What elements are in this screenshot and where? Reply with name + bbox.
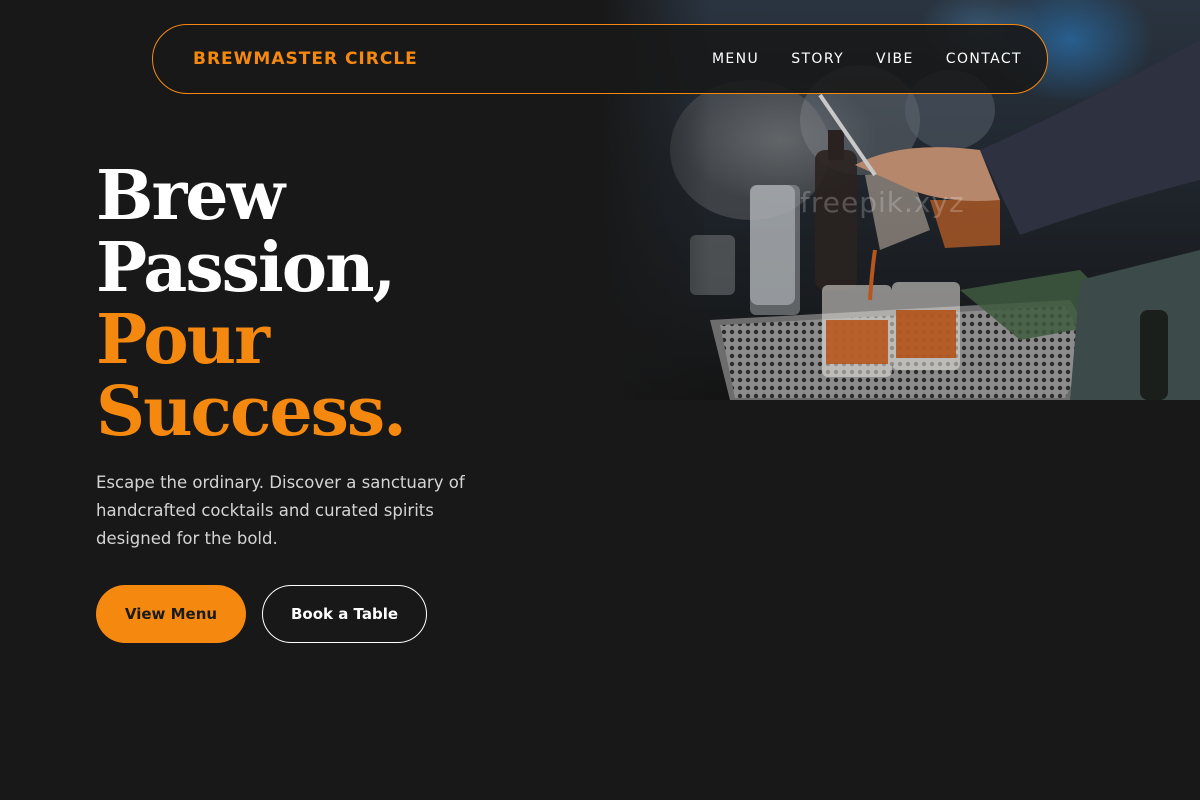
hero-description: Escape the ordinary. Discover a sanctuar… [96,473,465,548]
hero-headline: Brew Passion, Pour Success. [96,156,407,452]
top-navigation: BREWMASTER CIRCLE MENU STORY VIBE CONTAC… [152,24,1048,94]
headline-line-4: Success. [96,372,407,452]
headline-line-1: Brew [96,156,285,236]
nav-link-menu[interactable]: MENU [712,51,759,67]
nav-link-story[interactable]: STORY [791,51,844,67]
brand-logo[interactable]: BREWMASTER CIRCLE [193,49,418,69]
nav-links: MENU STORY VIBE CONTACT [712,51,1022,67]
book-table-button[interactable]: Book a Table [262,585,427,643]
headline-line-2: Passion, [96,228,396,308]
headline-line-3: Pour [96,300,270,380]
nav-link-vibe[interactable]: VIBE [876,51,914,67]
view-menu-button[interactable]: View Menu [96,585,246,643]
nav-link-contact[interactable]: CONTACT [946,51,1022,67]
image-watermark: freepik.xyz [800,186,965,219]
